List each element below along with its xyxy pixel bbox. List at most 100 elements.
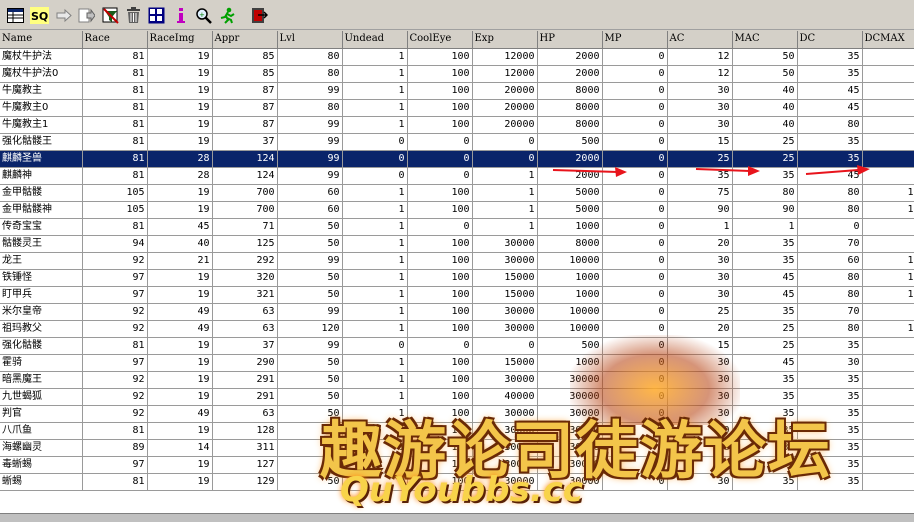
table-cell[interactable]: 45 (147, 218, 213, 236)
table-cell[interactable]: 60 (277, 201, 343, 219)
table-row[interactable]: 蜥蜴8119129501100300003000003035353 (0, 473, 914, 491)
table-cell[interactable]: 85 (212, 65, 278, 83)
table-cell[interactable]: 30 (667, 473, 733, 491)
table-cell[interactable]: 30000 (537, 405, 603, 423)
table-cell[interactable]: 9 (862, 235, 914, 253)
table-cell[interactable]: 25 (732, 320, 798, 338)
table-cell[interactable]: 60 (277, 184, 343, 202)
table-cell[interactable]: 30000 (472, 252, 538, 270)
table-cell[interactable]: 81 (82, 48, 148, 66)
table-cell[interactable]: 63 (212, 405, 278, 423)
table-cell[interactable]: 100 (407, 116, 473, 134)
table-cell[interactable]: 35 (797, 405, 863, 423)
table-cell[interactable]: 81 (82, 337, 148, 355)
table-row[interactable]: 判官924963501100300003000003035353 (0, 405, 914, 423)
table-cell[interactable]: 124 (212, 150, 278, 168)
column-header[interactable]: DC (797, 31, 863, 49)
table-cell[interactable]: 37 (212, 337, 278, 355)
table-cell[interactable]: 80 (797, 201, 863, 219)
table-cell[interactable]: 12 (862, 184, 914, 202)
table-row[interactable]: 米尔皇帝924963991100300001000002535709 (0, 303, 914, 321)
name-cell[interactable]: 祖玛教父 (0, 320, 83, 338)
table-cell[interactable]: 92 (82, 320, 148, 338)
table-cell[interactable]: 30000 (537, 388, 603, 406)
table-cell[interactable]: 20 (667, 235, 733, 253)
table-cell[interactable]: 3 (862, 371, 914, 389)
table-cell[interactable]: 12 (862, 286, 914, 304)
table-cell[interactable]: 3 (862, 422, 914, 440)
table-cell[interactable]: 30000 (537, 456, 603, 474)
delete-icon[interactable] (124, 6, 143, 25)
table-cell[interactable]: 291 (212, 388, 278, 406)
table-cell[interactable]: 63 (212, 320, 278, 338)
table-cell[interactable]: 0 (602, 354, 668, 372)
table-cell[interactable]: 30 (667, 405, 733, 423)
table-cell[interactable]: 19 (147, 473, 213, 491)
table-cell[interactable]: 100 (407, 473, 473, 491)
table-cell[interactable]: 45 (797, 82, 863, 100)
table-cell[interactable]: 20000 (472, 82, 538, 100)
table-cell[interactable]: 1 (342, 422, 408, 440)
table-cell[interactable]: 35 (667, 167, 733, 185)
table-cell[interactable]: 3 (862, 439, 914, 457)
table-cell[interactable]: 40 (732, 82, 798, 100)
table-cell[interactable]: 60 (797, 252, 863, 270)
table-cell[interactable]: 19 (147, 116, 213, 134)
table-cell[interactable]: 9 (862, 99, 914, 117)
name-cell[interactable]: 魔杖牛护法 (0, 48, 83, 66)
table-cell[interactable]: 0 (602, 456, 668, 474)
table-cell[interactable]: 12000 (472, 48, 538, 66)
table-cell[interactable]: 1 (342, 388, 408, 406)
table-cell[interactable]: 0 (602, 439, 668, 457)
table-cell[interactable]: 19 (147, 201, 213, 219)
table-cell[interactable]: 0 (602, 320, 668, 338)
name-cell[interactable]: 霍骑 (0, 354, 83, 372)
column-header[interactable]: HP (537, 31, 603, 49)
table-cell[interactable]: 100 (407, 286, 473, 304)
table-cell[interactable]: 80 (797, 269, 863, 287)
table-cell[interactable]: 19 (147, 48, 213, 66)
table-cell[interactable]: 92 (82, 405, 148, 423)
table-cell[interactable]: 700 (212, 184, 278, 202)
table-cell[interactable]: 19 (147, 99, 213, 117)
table-cell[interactable]: 94 (82, 235, 148, 253)
table-cell[interactable]: 81 (82, 82, 148, 100)
table-cell[interactable]: 125 (212, 235, 278, 253)
table-cell[interactable]: 49 (147, 303, 213, 321)
table-cell[interactable]: 320 (212, 269, 278, 287)
table-cell[interactable]: 311 (212, 439, 278, 457)
table-cell[interactable]: 0 (602, 337, 668, 355)
table-row[interactable]: 铁锤怪9719320501100150001000030458012 (0, 269, 914, 287)
table-cell[interactable]: 87 (212, 82, 278, 100)
table-cell[interactable]: 50 (277, 439, 343, 457)
table-cell[interactable]: 1 (342, 201, 408, 219)
table-cell[interactable]: 321 (212, 286, 278, 304)
table-cell[interactable]: 1 (342, 456, 408, 474)
table-cell[interactable]: 45 (732, 354, 798, 372)
column-header[interactable]: Name (0, 31, 83, 49)
table-cell[interactable]: 45 (797, 99, 863, 117)
table-cell[interactable]: 0 (602, 133, 668, 151)
info-icon[interactable] (171, 6, 190, 25)
table-cell[interactable]: 28 (147, 167, 213, 185)
table-cell[interactable]: 12 (667, 65, 733, 83)
table-row[interactable]: 魔杖牛护法81198580110012000200001250356 (0, 48, 914, 66)
table-cell[interactable]: 81 (82, 99, 148, 117)
table-cell[interactable]: 129 (212, 473, 278, 491)
name-cell[interactable]: 铁锤怪 (0, 269, 83, 287)
table-cell[interactable]: 50 (277, 354, 343, 372)
table-cell[interactable]: 2000 (537, 48, 603, 66)
table-cell[interactable]: 30000 (472, 405, 538, 423)
table-cell[interactable]: 20000 (472, 116, 538, 134)
table-cell[interactable]: 80 (277, 65, 343, 83)
table-cell[interactable]: 35 (732, 167, 798, 185)
table-cell[interactable]: 40000 (472, 388, 538, 406)
table-cell[interactable]: 97 (82, 286, 148, 304)
table-cell[interactable]: 1 (342, 252, 408, 270)
table-row[interactable]: 强化骷髅8119379900050001525354 (0, 337, 914, 355)
table-cell[interactable]: 0 (602, 371, 668, 389)
table-cell[interactable]: 81 (82, 150, 148, 168)
table-row[interactable]: 牛魔教主181198799110020000800003040809 (0, 116, 914, 134)
name-cell[interactable]: 强化骷髅 (0, 337, 83, 355)
name-cell[interactable]: 牛魔教主0 (0, 99, 83, 117)
